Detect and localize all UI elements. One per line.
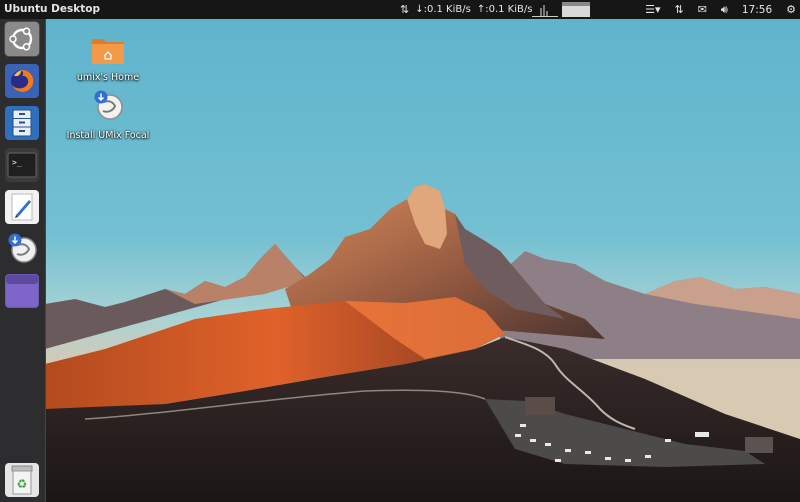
top-panel: Ubuntu Desktop ⇅ ↓:0.1 KiB/s ↑:0.1 KiB/s… — [0, 0, 800, 19]
panel-title[interactable]: Ubuntu Desktop — [4, 3, 100, 15]
system-load-graph[interactable] — [532, 2, 558, 17]
installer-icon[interactable] — [5, 232, 39, 266]
menu-icon[interactable]: ☰▾ — [645, 3, 660, 16]
installer-icon — [94, 90, 123, 120]
desktop-icon-home[interactable]: umix's Home — [63, 35, 153, 83]
desktop-icon-label: Install UMix Focal — [66, 130, 150, 141]
file-manager-icon[interactable] — [5, 106, 39, 140]
desktop-icon-label: umix's Home — [76, 72, 140, 83]
terminal-icon[interactable]: >_ — [5, 148, 39, 182]
svg-text:♻: ♻ — [17, 477, 28, 491]
desktop-icon-installer[interactable]: Install UMix Focal — [63, 89, 153, 141]
svg-text:>_: >_ — [12, 158, 22, 167]
workspace-switcher-icon[interactable] — [5, 274, 39, 308]
firefox-icon[interactable] — [5, 64, 39, 98]
volume-icon[interactable]: 🔊︎ — [721, 3, 728, 17]
launcher: >_ ♻ — [0, 19, 46, 502]
system-tray: ☰▾ ⇅ ✉ 🔊︎ 17:56 ⚙ — [645, 0, 796, 19]
desktop[interactable]: umix's Home Install UMix Focal — [45, 19, 800, 502]
memory-graph[interactable] — [562, 2, 590, 17]
folder-icon — [92, 39, 124, 64]
upload-speed: ↑:0.1 KiB/s — [476, 4, 533, 15]
network-icon[interactable]: ⇅ — [674, 3, 683, 16]
text-editor-icon[interactable] — [5, 190, 39, 224]
ubuntu-dash-icon[interactable] — [5, 22, 39, 56]
trash-icon[interactable]: ♻ — [5, 463, 39, 497]
gear-icon[interactable]: ⚙ — [786, 3, 796, 16]
network-arrows-icon: ⇅ — [400, 3, 410, 16]
network-speed-indicator[interactable]: ⇅ ↓:0.1 KiB/s ↑:0.1 KiB/s — [400, 2, 532, 17]
clock[interactable]: 17:56 — [742, 4, 772, 16]
wallpaper-mountain-landscape — [45, 19, 800, 502]
download-speed: ↓:0.1 KiB/s — [415, 4, 471, 15]
mail-icon[interactable]: ✉ — [698, 3, 707, 16]
